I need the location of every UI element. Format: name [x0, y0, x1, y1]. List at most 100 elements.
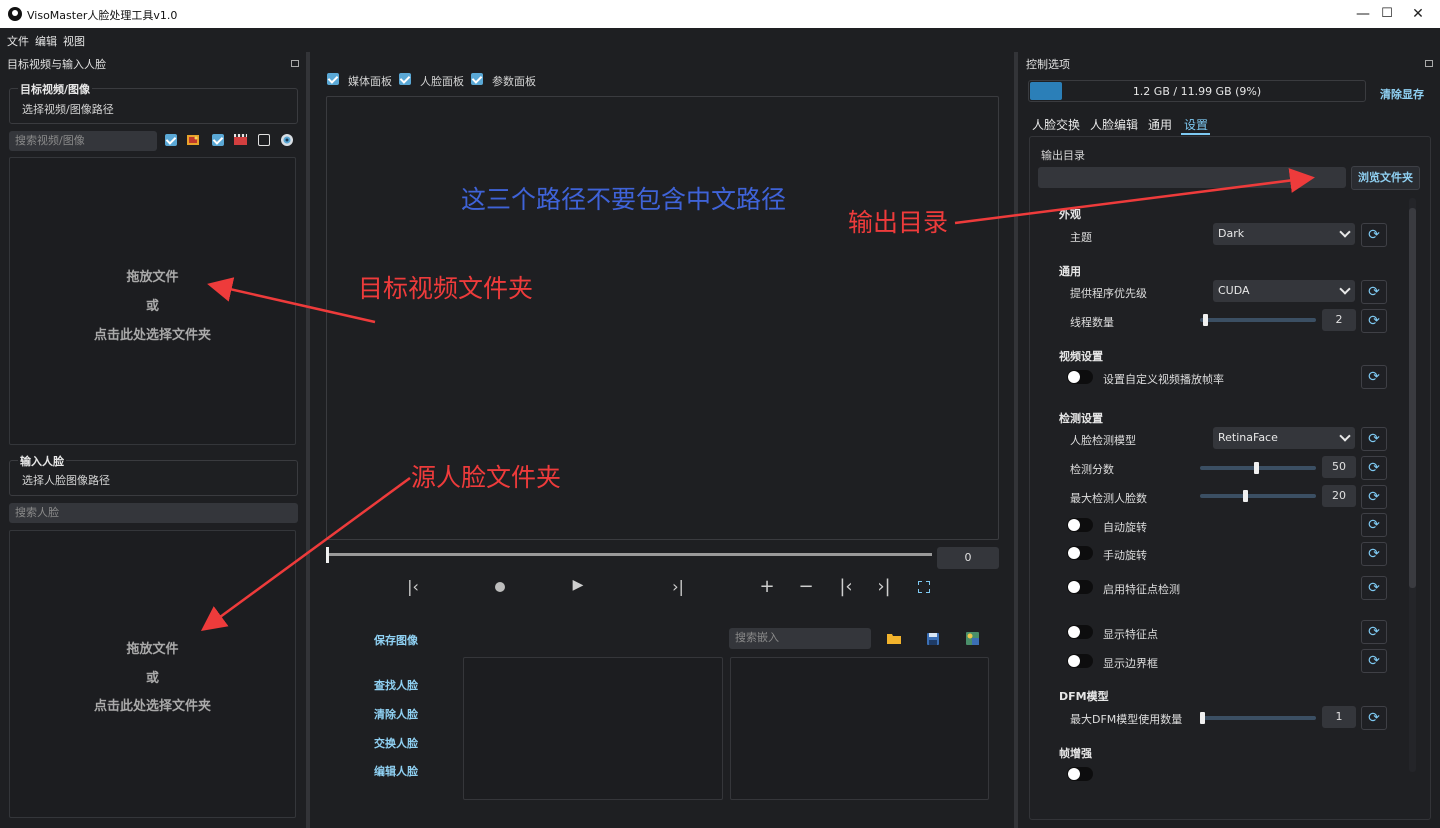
drop2-text-line2: 或	[145, 671, 159, 686]
next-frame-icon[interactable]: ›|	[668, 577, 688, 596]
reset-auto-rotate-button[interactable]: ⟳	[1361, 513, 1387, 537]
reset-landmark-detect-button[interactable]: ⟳	[1361, 576, 1387, 600]
reset-theme-button[interactable]: ⟳	[1361, 223, 1387, 247]
next-marker-icon[interactable]: ›|	[874, 576, 894, 597]
target-faces-list[interactable]	[463, 657, 723, 800]
clear-vram-button[interactable]: 清除显存	[1380, 86, 1424, 102]
reset-show-landmarks-button[interactable]: ⟳	[1361, 620, 1387, 644]
window-title: VisoMaster人脸处理工具v1.0	[27, 9, 178, 22]
right-splitter[interactable]	[1014, 52, 1018, 828]
reset-provider-button[interactable]: ⟳	[1361, 280, 1387, 304]
max-dfm-slider-handle[interactable]	[1200, 712, 1205, 724]
tab-general[interactable]: 通用	[1148, 116, 1172, 133]
face-panel-checkbox[interactable]	[399, 73, 411, 85]
max-faces-slider[interactable]	[1200, 494, 1316, 498]
add-marker-icon[interactable]: +	[757, 576, 777, 597]
timeline-handle[interactable]	[326, 547, 329, 563]
output-dir-input[interactable]	[1038, 167, 1346, 188]
filter-images-checkbox[interactable]	[165, 134, 177, 146]
save-icon[interactable]	[926, 632, 940, 646]
max-dfm-slider[interactable]	[1200, 716, 1316, 720]
fullscreen-icon[interactable]	[917, 580, 931, 594]
media-panel-checkbox[interactable]	[327, 73, 339, 85]
reset-show-bbox-button[interactable]: ⟳	[1361, 649, 1387, 673]
auto-rotate-toggle[interactable]	[1067, 518, 1093, 532]
drop2-text-line1: 拖放文件	[126, 642, 179, 657]
detect-score-slider-handle[interactable]	[1254, 462, 1259, 474]
annotation-target-folder: 目标视频文件夹	[358, 274, 534, 303]
clear-faces-button[interactable]: 清除人脸	[374, 706, 418, 722]
target-drop-zone[interactable]: 拖放文件 或 点击此处选择文件夹	[9, 157, 296, 445]
tab-face-swap[interactable]: 人脸交换	[1032, 116, 1080, 133]
threads-spinbox[interactable]: 2	[1322, 309, 1356, 331]
image-icon	[186, 133, 201, 146]
landmark-detect-toggle[interactable]	[1067, 580, 1093, 594]
theme-select[interactable]: Dark	[1213, 223, 1355, 245]
show-landmarks-toggle[interactable]	[1067, 625, 1093, 639]
threads-slider-handle[interactable]	[1203, 314, 1208, 326]
menu-view[interactable]: 视图	[63, 33, 85, 49]
menu-file[interactable]: 文件	[7, 33, 29, 49]
reset-max-faces-button[interactable]: ⟳	[1361, 485, 1387, 509]
reset-detect-model-button[interactable]: ⟳	[1361, 427, 1387, 451]
filter-videos-checkbox[interactable]	[212, 134, 224, 146]
close-button[interactable]: ✕	[1395, 0, 1440, 28]
provider-select[interactable]: CUDA	[1213, 280, 1355, 302]
reset-max-dfm-button[interactable]: ⟳	[1361, 706, 1387, 730]
theme-label: 主题	[1070, 231, 1092, 244]
left-panel-title: 目标视频与输入人脸	[7, 58, 106, 71]
video-clapper-icon	[233, 133, 248, 146]
drop-text-line2: 或	[145, 299, 159, 314]
detect-model-select[interactable]: RetinaFace	[1213, 427, 1355, 449]
save-image-button[interactable]: 保存图像	[374, 632, 418, 648]
max-dfm-label: 最大DFM模型使用数量	[1070, 713, 1183, 726]
threads-slider[interactable]	[1200, 318, 1316, 322]
reset-manual-rotate-button[interactable]: ⟳	[1361, 542, 1387, 566]
search-media-input[interactable]: 搜索视频/图像	[9, 131, 157, 151]
prev-frame-icon[interactable]: |‹	[403, 577, 423, 596]
source-path-text[interactable]: 选择人脸图像路径	[22, 472, 110, 488]
detect-score-spinbox[interactable]: 50	[1322, 456, 1356, 478]
source-drop-zone[interactable]: 拖放文件 或 点击此处选择文件夹	[9, 530, 296, 818]
search-embedding-input[interactable]: 搜索嵌入	[729, 628, 871, 649]
embeddings-list[interactable]	[730, 657, 989, 800]
record-icon[interactable]	[495, 582, 505, 592]
save-embedding-icon[interactable]	[965, 631, 980, 646]
frame-number-input[interactable]: 0	[937, 547, 999, 569]
tab-face-edit[interactable]: 人脸编辑	[1090, 116, 1138, 133]
manual-rotate-toggle[interactable]	[1067, 546, 1093, 560]
filter-webcam-checkbox[interactable]	[258, 134, 270, 146]
swap-faces-button[interactable]: 交换人脸	[374, 735, 418, 751]
chevron-down-icon	[1339, 430, 1351, 442]
show-bbox-toggle[interactable]	[1067, 654, 1093, 668]
play-icon[interactable]: ▶	[568, 577, 588, 593]
remove-marker-icon[interactable]: −	[796, 576, 816, 597]
target-path-text[interactable]: 选择视频/图像路径	[22, 101, 114, 117]
param-panel-checkbox[interactable]	[471, 73, 483, 85]
timeline-track[interactable]	[328, 553, 932, 556]
left-splitter[interactable]	[306, 52, 310, 828]
max-dfm-spinbox[interactable]: 1	[1322, 706, 1356, 728]
scrollbar-handle[interactable]	[1409, 208, 1416, 588]
edit-faces-button[interactable]: 编辑人脸	[374, 763, 418, 779]
prev-marker-icon[interactable]: |‹	[836, 576, 856, 597]
browse-folder-button[interactable]: 浏览文件夹	[1351, 166, 1420, 190]
reset-threads-button[interactable]: ⟳	[1361, 309, 1387, 333]
search-face-input[interactable]: 搜索人脸	[9, 503, 298, 523]
undock-right-icon[interactable]	[1425, 60, 1433, 67]
find-faces-button[interactable]: 查找人脸	[374, 677, 418, 693]
reset-detect-score-button[interactable]: ⟳	[1361, 456, 1387, 480]
undock-icon[interactable]	[291, 60, 299, 67]
max-faces-spinbox[interactable]: 20	[1322, 485, 1356, 507]
drop-text-line1: 拖放文件	[126, 270, 179, 285]
custom-fps-toggle[interactable]	[1067, 370, 1093, 384]
tab-settings[interactable]: 设置	[1184, 116, 1208, 133]
menu-edit[interactable]: 编辑	[35, 33, 57, 49]
frame-enhance-toggle[interactable]	[1067, 767, 1093, 781]
settings-scrollbar[interactable]	[1409, 198, 1416, 772]
param-panel-label: 参数面板	[492, 75, 536, 88]
max-faces-slider-handle[interactable]	[1243, 490, 1248, 502]
section-dfm: DFM模型	[1059, 690, 1109, 703]
open-folder-icon[interactable]	[886, 632, 902, 645]
reset-fps-button[interactable]: ⟳	[1361, 365, 1387, 389]
